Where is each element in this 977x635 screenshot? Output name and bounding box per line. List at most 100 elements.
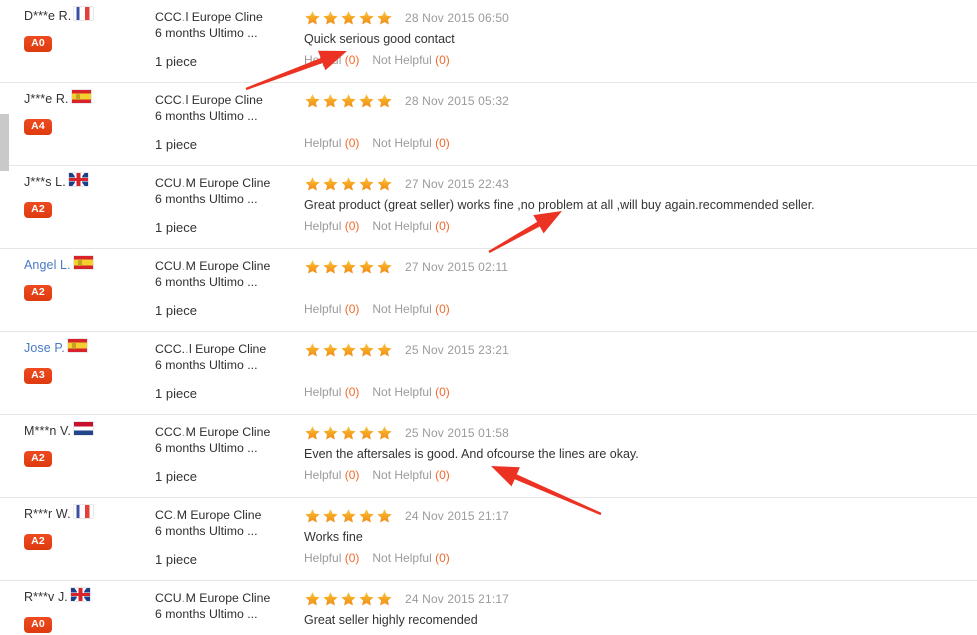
feedback-cell: 24 Nov 2015 21:17 Great seller highly rec… <box>295 585 977 635</box>
feedback-row: Angel L. A2 CCU.M Europe Cline 6 months Ult… <box>0 249 977 332</box>
product-title-suffix: M Europe Cline <box>185 591 271 605</box>
feedback-date: 27 Nov 2015 02:11 <box>405 259 509 274</box>
buyer-name[interactable]: Jose P. <box>24 341 65 355</box>
buyer-name[interactable]: Angel L. <box>24 258 71 272</box>
feedback-date: 28 Nov 2015 06:50 <box>405 10 509 25</box>
helpful-button[interactable]: Helpful (0) <box>304 302 359 316</box>
not-helpful-button[interactable]: Not Helpful (0) <box>372 302 449 316</box>
star-rating <box>304 591 394 607</box>
buyer-cell: J***e R. A4 <box>0 87 155 135</box>
buyer-name: D***e R. <box>24 9 72 23</box>
helpful-button[interactable]: Helpful (0) <box>304 551 359 565</box>
product-title-prefix: CC <box>155 508 173 522</box>
product-cell: CCU.M Europe Cline 6 months Ultimo ... <box>155 585 295 635</box>
star-icon <box>377 508 392 522</box>
star-icon <box>359 10 374 24</box>
not-helpful-button[interactable]: Not Helpful (0) <box>372 53 449 67</box>
star-icon <box>359 591 374 605</box>
star-icon <box>305 10 320 24</box>
helpful-count: (0) <box>344 302 360 316</box>
buyer-name: M***n V. <box>24 424 71 438</box>
country-flag-icon <box>73 255 93 269</box>
buyer-rank-badge: A0 <box>24 36 52 52</box>
star-rating <box>304 508 394 524</box>
product-title[interactable]: CCC.l Europe Cline 6 months Ultimo ... <box>155 9 290 41</box>
not-helpful-count: (0) <box>435 136 450 150</box>
feedback-comment <box>304 114 977 130</box>
feedback-cell: 28 Nov 2015 05:32 Helpful (0) Not Helpful … <box>295 87 977 151</box>
helpful-count: (0) <box>344 468 360 482</box>
feedback-comment: Works fine <box>304 530 363 544</box>
buyer-rank-badge: A0 <box>24 617 52 633</box>
not-helpful-count: (0) <box>435 302 450 316</box>
helpful-button[interactable]: Helpful (0) <box>304 468 359 482</box>
feedback-row: J***e R. A4 CCC.l Europe Cline 6 months Ult… <box>0 83 977 166</box>
product-title[interactable]: CCC..l Europe Cline 6 months Ultimo ... <box>155 341 290 373</box>
not-helpful-button[interactable]: Not Helpful (0) <box>372 468 449 482</box>
country-flag-icon <box>74 6 94 20</box>
feedback-cell: 27 Nov 2015 02:11 Helpful (0) Not Helpful … <box>295 253 977 317</box>
feedback-comment: Quick serious good contact <box>304 32 455 46</box>
star-icon <box>323 93 338 107</box>
helpful-count: (0) <box>344 53 360 67</box>
feedback-header: 28 Nov 2015 05:32 <box>304 92 977 109</box>
star-icon <box>341 342 356 356</box>
star-icon <box>323 425 338 439</box>
star-icon <box>341 591 356 605</box>
star-icon <box>305 93 320 107</box>
feedback-row: D***e R. A0 CCC.l Europe Cline 6 months Ult… <box>0 0 977 83</box>
buyer-cell: R***v J. A0 <box>0 585 155 633</box>
not-helpful-label: Not Helpful <box>372 385 432 399</box>
buyer-cell: J***s L. A2 <box>0 170 155 218</box>
star-icon <box>377 93 392 107</box>
buyer-rank-badge: A4 <box>24 119 52 135</box>
star-icon <box>377 10 392 24</box>
product-title-line2: 6 months Ultimo ... <box>155 358 258 372</box>
helpful-button[interactable]: Helpful (0) <box>304 219 359 233</box>
product-title-suffix: M Europe Cline <box>185 259 271 273</box>
page-scrollbar-thumb[interactable] <box>0 114 9 171</box>
helpful-label: Helpful <box>304 302 342 316</box>
buyer-line: Angel L. <box>24 255 155 273</box>
product-quantity: 1 piece <box>155 137 197 152</box>
feedback-header: 25 Nov 2015 01:58 <box>304 424 977 441</box>
product-title[interactable]: CCC.M Europe Cline 6 months Ultimo ... <box>155 424 290 456</box>
not-helpful-button[interactable]: Not Helpful (0) <box>372 551 449 565</box>
product-cell: CCC.M Europe Cline 6 months Ultimo ... 1 p… <box>155 419 295 484</box>
product-title[interactable]: CCU.M Europe Cline 6 months Ultimo ... <box>155 590 290 622</box>
star-icon <box>323 591 338 605</box>
star-icon <box>323 259 338 273</box>
feedback-list: D***e R. A0 CCC.l Europe Cline 6 months Ult… <box>0 0 977 635</box>
product-cell: CCC..l Europe Cline 6 months Ultimo ... 1 … <box>155 336 295 401</box>
country-flag-icon <box>73 504 93 518</box>
star-icon <box>377 591 392 605</box>
feedback-date: 27 Nov 2015 22:43 <box>405 176 509 191</box>
product-title-line2: 6 months Ultimo ... <box>155 275 258 289</box>
product-title-suffix: M Europe Cline <box>185 425 271 439</box>
not-helpful-count: (0) <box>435 551 450 565</box>
product-title[interactable]: CCU.M Europe Cline 6 months Ultimo ... <box>155 175 290 207</box>
product-title[interactable]: CC.M Europe Cline 6 months Ultimo ... <box>155 507 290 539</box>
helpful-button[interactable]: Helpful (0) <box>304 53 359 67</box>
feedback-header: 27 Nov 2015 02:11 <box>304 258 977 275</box>
star-icon <box>359 508 374 522</box>
product-title-line2: 6 months Ultimo ... <box>155 109 258 123</box>
product-title[interactable]: CCU.M Europe Cline 6 months Ultimo ... <box>155 258 290 290</box>
feedback-cell: 27 Nov 2015 22:43 Great product (great se… <box>295 170 977 234</box>
star-icon <box>359 259 374 273</box>
star-icon <box>305 259 320 273</box>
not-helpful-button[interactable]: Not Helpful (0) <box>372 385 449 399</box>
feedback-header: 24 Nov 2015 21:17 <box>304 590 977 607</box>
buyer-name: J***e R. <box>24 92 69 106</box>
country-flag-icon <box>70 587 90 601</box>
feedback-actions: Helpful (0) Not Helpful (0) <box>304 136 977 151</box>
product-title[interactable]: CCC.l Europe Cline 6 months Ultimo ... <box>155 92 290 124</box>
product-cell: CCU.M Europe Cline 6 months Ultimo ... 1 p… <box>155 170 295 235</box>
not-helpful-button[interactable]: Not Helpful (0) <box>372 136 449 150</box>
country-flag-icon <box>71 89 91 103</box>
helpful-button[interactable]: Helpful (0) <box>304 385 359 399</box>
feedback-page: D***e R. A0 CCC.l Europe Cline 6 months Ult… <box>0 0 977 635</box>
helpful-button[interactable]: Helpful (0) <box>304 136 359 150</box>
product-title-prefix: CCC <box>155 93 182 107</box>
not-helpful-button[interactable]: Not Helpful (0) <box>372 219 449 233</box>
